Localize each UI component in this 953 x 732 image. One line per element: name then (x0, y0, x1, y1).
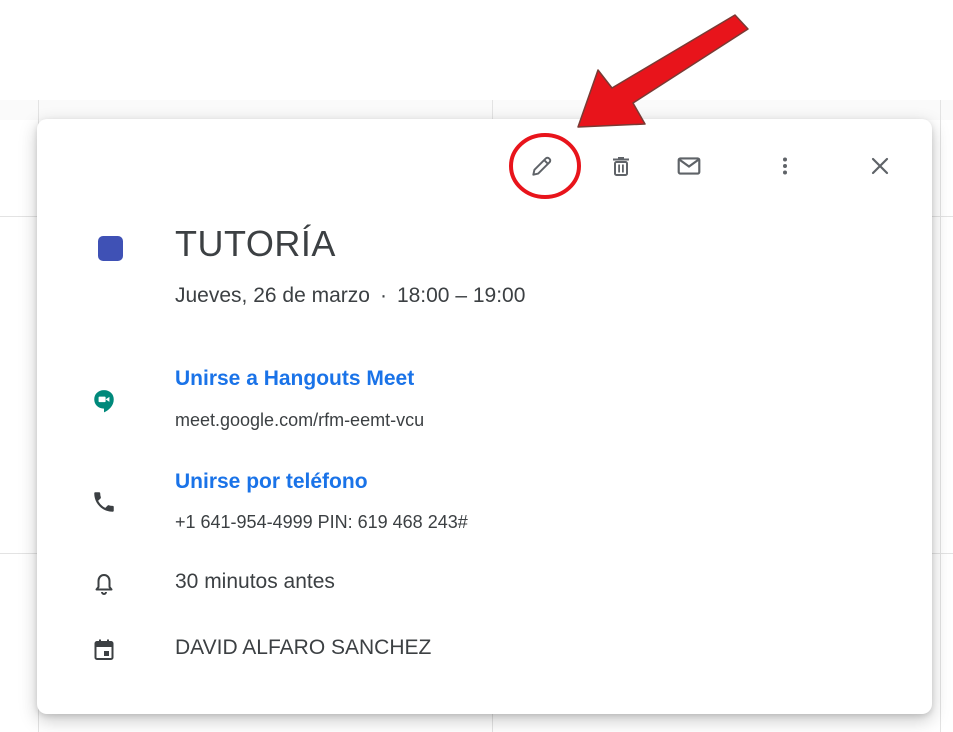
event-color-chip (98, 236, 123, 261)
screen: TUTORÍA Jueves, 26 de marzo · 18:00 – 19:0… (0, 0, 953, 732)
datetime-separator: · (379, 284, 387, 307)
phone-icon (90, 488, 118, 516)
event-title: TUTORÍA (175, 223, 336, 264)
event-time: 18:00 – 19:00 (396, 284, 526, 307)
hangouts-meet-icon (90, 387, 118, 415)
phone-details: +1 641-954-4999 PIN: 619 468 243# (175, 512, 468, 532)
email-guests-button[interactable] (669, 146, 709, 186)
delete-event-button[interactable] (601, 146, 641, 186)
calendar-background (0, 100, 953, 120)
event-datetime: Jueves, 26 de marzo · 18:00 – 19:00 (175, 284, 525, 308)
close-button[interactable] (860, 146, 900, 186)
event-details-popup: TUTORÍA Jueves, 26 de marzo · 18:00 – 19:0… (37, 119, 932, 714)
calendar-icon (90, 636, 118, 664)
reminder-text: 30 minutos antes (175, 570, 335, 593)
trash-icon (613, 157, 629, 176)
event-date: Jueves, 26 de marzo (175, 284, 370, 307)
envelope-icon (677, 157, 701, 175)
join-hangouts-meet-link[interactable]: Unirse a Hangouts Meet (175, 367, 414, 391)
meet-url: meet.google.com/rfm-eemt-vcu (175, 410, 425, 430)
more-options-button[interactable] (765, 146, 805, 186)
bell-icon (90, 570, 118, 598)
edit-event-button[interactable] (522, 146, 562, 186)
more-vert-icon (783, 157, 787, 175)
pencil-icon (532, 156, 552, 176)
calendar-owner: DAVID ALFARO SANCHEZ (175, 636, 432, 659)
close-icon (871, 157, 889, 175)
grid-line (940, 100, 941, 732)
join-by-phone-link[interactable]: Unirse por teléfono (175, 470, 368, 494)
